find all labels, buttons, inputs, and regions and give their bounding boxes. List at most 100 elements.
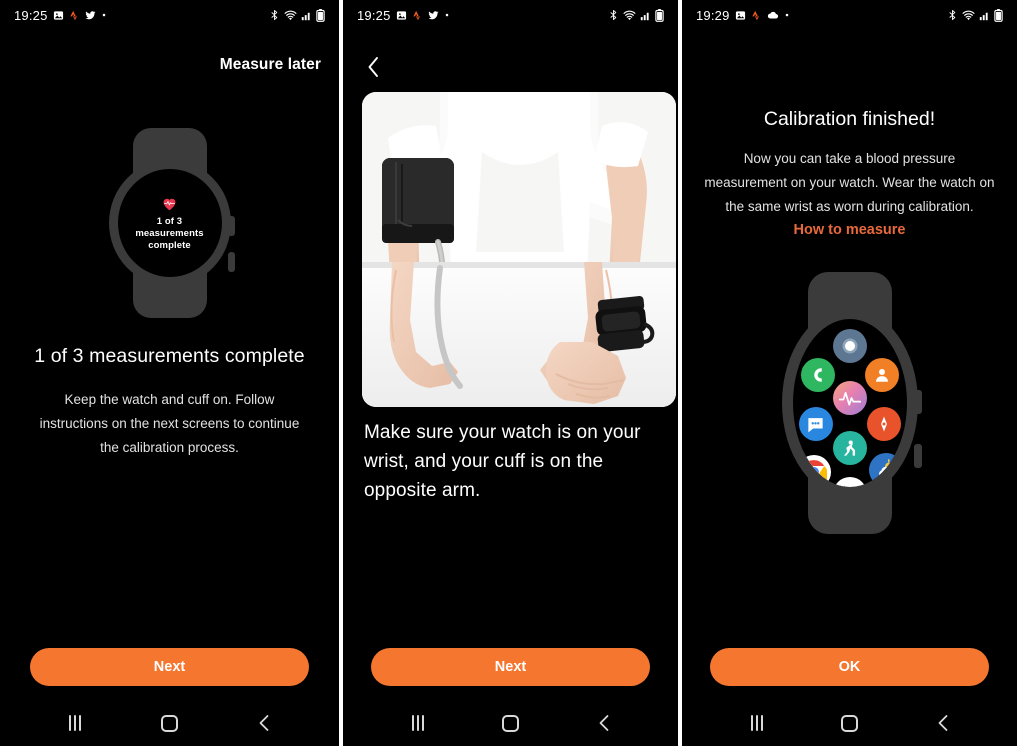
samsung-wear-app-icon[interactable] (832, 329, 867, 363)
status-bar: 19:25 (343, 0, 678, 30)
status-time: 19:25 (14, 7, 48, 23)
fitness-app-icon[interactable] (832, 431, 867, 465)
more-dot-icon (444, 12, 450, 18)
back-button[interactable] (583, 702, 625, 744)
back-button[interactable] (922, 702, 964, 744)
ok-button[interactable]: OK (710, 648, 989, 686)
navigation-bar (343, 700, 678, 746)
next-button[interactable]: Next (371, 648, 650, 686)
back-icon (936, 714, 950, 732)
back-navigation-button[interactable] (359, 53, 387, 81)
screenshot-root: 19:25 Measure later 1 of 3 measurements … (0, 0, 1017, 746)
battery-icon (316, 8, 325, 22)
instruction-caption: Make sure your watch is on your wrist, a… (364, 422, 641, 501)
weather-app-icon[interactable] (868, 453, 903, 487)
back-button[interactable] (243, 702, 285, 744)
status-bar-right (269, 8, 325, 22)
watch-face-line-1: 1 of 3 (156, 215, 183, 227)
status-bar: 19:29 (682, 0, 1017, 30)
more-dot-icon (101, 12, 107, 18)
twitter-icon (85, 10, 96, 21)
page-description: Keep the watch and cuff on. Follow instr… (39, 392, 300, 455)
watch-illustration-container: 1 of 3 measurements complete (0, 128, 339, 318)
page-title: 1 of 3 measurements complete (34, 345, 305, 367)
watch-illustration: 1 of 3 measurements complete (108, 128, 235, 318)
battery-icon (994, 8, 1003, 22)
bluetooth-icon (269, 9, 280, 21)
status-bar: 19:25 (0, 0, 339, 30)
home-icon (841, 714, 858, 732)
watch-face-line-3: complete (148, 239, 191, 251)
watch-face: 1 of 3 measurements complete (117, 169, 222, 277)
status-bar-right (947, 8, 1003, 22)
wifi-icon (962, 10, 975, 21)
measure-later-button[interactable]: Measure later (220, 56, 321, 74)
samsung-health-app-icon[interactable] (832, 381, 867, 415)
heart-icon (162, 197, 177, 211)
recents-icon (750, 715, 763, 731)
strava-icon (751, 10, 762, 21)
home-button[interactable] (829, 702, 871, 744)
watch-apps-illustration-container (682, 272, 1017, 534)
phone-screen-3: 19:29 Calibration finished! Now you can … (682, 0, 1017, 746)
status-time: 19:29 (696, 7, 730, 23)
phone-screen-1: 19:25 Measure later 1 of 3 measurements … (0, 0, 339, 746)
status-bar-left: 19:25 (14, 8, 107, 23)
phone-app-icon[interactable] (800, 358, 835, 392)
recents-button[interactable] (397, 702, 439, 744)
page-title: Calibration finished! (763, 108, 936, 130)
home-icon (160, 714, 178, 732)
recents-icon (69, 715, 82, 731)
watch-side-button-bottom (913, 444, 922, 468)
cloud-icon (767, 10, 779, 20)
page-description: Now you can take a blood pressure measur… (704, 151, 995, 214)
home-button[interactable] (148, 702, 190, 744)
compass-app-icon[interactable] (866, 407, 901, 441)
gallery-icon (53, 10, 64, 21)
chrome-app-icon[interactable] (796, 455, 831, 487)
watch-side-button-top (913, 390, 922, 414)
watch-illustration (781, 272, 922, 534)
recents-button[interactable] (736, 702, 778, 744)
back-icon (257, 714, 271, 732)
home-icon (502, 714, 519, 732)
gallery-icon (396, 10, 407, 21)
status-time: 19:25 (357, 7, 391, 23)
recents-button[interactable] (54, 702, 96, 744)
navigation-bar (0, 700, 339, 746)
status-bar-left: 19:25 (357, 8, 450, 23)
back-icon (597, 714, 611, 732)
contacts-app-icon[interactable] (864, 358, 899, 392)
instruction-photo (362, 92, 676, 407)
back-chevron-icon (366, 56, 381, 78)
wifi-icon (623, 10, 636, 21)
wifi-icon (284, 10, 297, 21)
how-to-measure-link[interactable]: How to measure (682, 222, 1017, 238)
battery-icon (655, 8, 664, 22)
bluetooth-icon (947, 9, 958, 21)
bluetooth-icon (608, 9, 619, 21)
status-bar-right (608, 8, 664, 22)
recents-icon (411, 715, 424, 731)
signal-icon (979, 10, 990, 21)
watch-app-grid (793, 319, 907, 487)
strava-icon (412, 10, 423, 21)
photo-illustration (362, 92, 676, 407)
gallery-icon (735, 10, 746, 21)
messages-app-icon[interactable] (798, 407, 833, 441)
play-store-app-icon[interactable] (832, 477, 867, 487)
navigation-bar (682, 700, 1017, 746)
more-dot-icon (784, 12, 790, 18)
signal-icon (640, 10, 651, 21)
phone-screen-2: 19:25 Make sure your watch is on your wr… (343, 0, 678, 746)
watch-side-button-bottom (227, 252, 235, 272)
next-button[interactable]: Next (30, 648, 309, 686)
twitter-icon (428, 10, 439, 21)
watch-face-line-2: measurements (135, 227, 204, 239)
watch-side-button-top (227, 216, 235, 236)
watch-face (792, 319, 907, 487)
strava-icon (69, 10, 80, 21)
signal-icon (301, 10, 312, 21)
status-bar-left: 19:29 (696, 8, 790, 23)
home-button[interactable] (490, 702, 532, 744)
